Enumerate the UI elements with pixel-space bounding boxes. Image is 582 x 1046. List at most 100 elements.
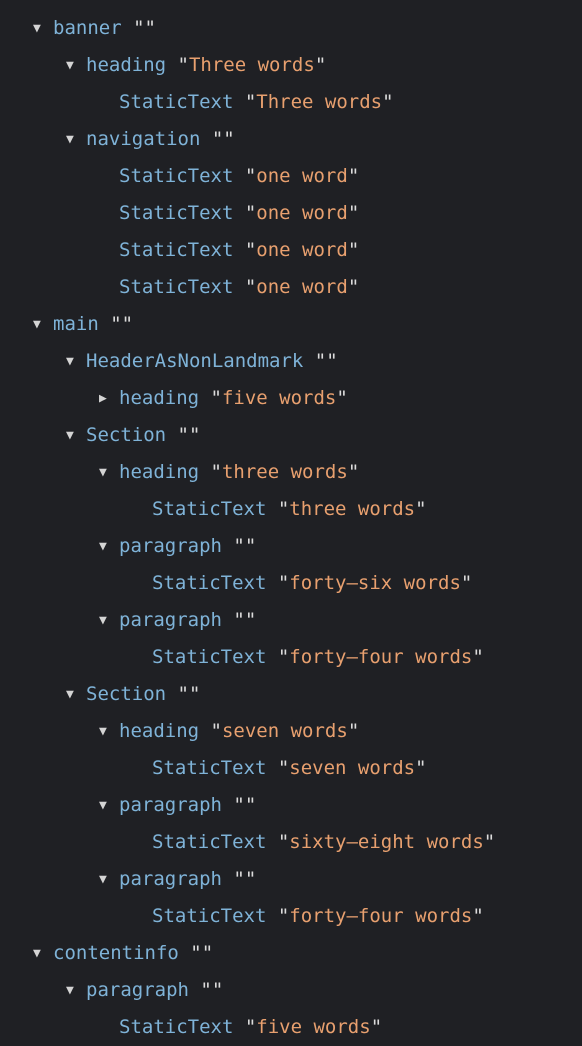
tree-node-quote-close: " [188,424,201,446]
tree-row[interactable]: ▶ heading "five words" [0,380,582,417]
tree-row[interactable]: ▼StaticText "seven words" [0,750,582,787]
chevron-down-icon[interactable]: ▼ [99,528,119,565]
tree-node-role: paragraph [119,868,222,890]
tree-row[interactable]: ▼ paragraph "" [0,972,582,1009]
tree-node-quote-open: " [190,942,202,964]
chevron-down-icon[interactable]: ▼ [66,972,86,1009]
tree-node-role: HeaderAsNonLandmark [86,350,304,372]
chevron-down-icon[interactable]: ▼ [99,713,119,750]
tree-row[interactable]: ▼ heading "seven words" [0,713,582,750]
tree-row[interactable]: ▼StaticText "Three words" [0,84,582,121]
tree-node-role: paragraph [86,979,189,1001]
tree-node-quote-close: " [314,54,327,76]
tree-node-quote-open: " [277,572,290,594]
tree-row[interactable]: ▼ main "" [0,306,582,343]
chevron-down-icon[interactable]: ▼ [99,602,119,639]
tree-node-quote-open: " [244,276,257,298]
tree-row[interactable]: ▼StaticText "forty–four words" [0,639,582,676]
chevron-down-icon[interactable]: ▼ [99,454,119,491]
tree-row[interactable]: ▼StaticText "one word" [0,195,582,232]
chevron-down-icon[interactable]: ▼ [66,343,86,380]
tree-node-quote-open: " [244,165,257,187]
tree-node-quote-close: " [336,387,348,409]
tree-row[interactable]: ▼StaticText "forty–four words" [0,898,582,935]
tree-node-value: forty–four words [289,646,473,668]
tree-node-role: paragraph [119,535,222,557]
tree-row[interactable]: ▼StaticText "forty–six words" [0,565,582,602]
tree-node-quote-open: " [244,91,257,113]
accessibility-tree-panel[interactable]: ▼StaticText "one word"▼banner ""▼heading… [0,0,582,1046]
tree-node-quote-open: " [177,424,189,446]
tree-row[interactable]: ▼StaticText "three words" [0,491,582,528]
tree-row[interactable]: ▼ paragraph "" [0,602,582,639]
tree-row[interactable]: ▼StaticText "five words" [0,1009,582,1046]
tree-twisty-placeholder: ▼ [99,269,119,306]
tree-row[interactable]: ▼ HeaderAsNonLandmark "" [0,343,582,380]
tree-row[interactable]: ▼StaticText "one word" [0,269,582,306]
chevron-down-icon[interactable]: ▼ [66,47,86,84]
tree-node-quote-close: " [244,868,257,890]
tree-node-role: paragraph [119,794,222,816]
tree-node-quote-close: " [347,720,360,742]
tree-row[interactable]: ▼ paragraph "" [0,787,582,824]
tree-node-quote-close: " [460,572,473,594]
tree-node-role: heading [86,54,167,76]
tree-row[interactable]: ▼ heading "three words" [0,454,582,491]
chevron-right-icon[interactable]: ▶ [99,380,119,417]
tree-node-quote-open: " [277,646,290,668]
tree-node-quote-open: " [244,1016,257,1038]
tree-row[interactable]: ▼StaticText "one word" [0,158,582,195]
tree-node-quote-close: " [347,276,360,298]
tree-node-quote-open: " [277,905,290,927]
tree-node-quote-open: " [244,239,257,261]
tree-row[interactable]: ▼StaticText "one word" [0,232,582,269]
chevron-down-icon[interactable]: ▼ [66,676,86,713]
tree-twisty-placeholder: ▼ [132,824,152,861]
chevron-down-icon[interactable]: ▼ [99,787,119,824]
tree-node-quote-open: " [200,979,212,1001]
chevron-down-icon[interactable]: ▼ [66,417,86,454]
tree-twisty-placeholder: ▼ [132,898,152,935]
tree-row[interactable]: ▼ paragraph "" [0,861,582,898]
tree-row[interactable]: ▼ Section "" [0,676,582,713]
tree-node-quote-open: " [210,387,222,409]
tree-node-role: StaticText [152,498,267,520]
tree-row[interactable]: ▼ navigation "" [0,121,582,158]
tree-node-quote-open: " [177,54,189,76]
tree-row[interactable]: ▼ paragraph "" [0,528,582,565]
tree-row[interactable]: ▼ contentinfo "" [0,935,582,972]
tree-node-value: five words [256,1016,371,1038]
tree-node-quote-close: " [472,905,484,927]
tree-node-quote-open: " [177,683,189,705]
tree-row[interactable]: ▼StaticText "sixty–eight words" [0,824,582,861]
tree-node-quote-open: " [244,202,257,224]
chevron-down-icon[interactable]: ▼ [33,306,53,343]
tree-node-quote-close: " [415,498,427,520]
tree-node-quote-open: " [277,498,290,520]
chevron-down-icon[interactable]: ▼ [99,861,119,898]
tree-node-value: sixty–eight words [289,831,484,853]
tree-node-role: StaticText [119,91,234,113]
chevron-down-icon[interactable]: ▼ [33,935,53,972]
tree-node-role: heading [119,720,200,742]
chevron-down-icon[interactable]: ▼ [66,121,86,158]
tree-row[interactable]: ▼StaticText "one word" [0,0,582,10]
tree-node-quote-close: " [415,757,427,779]
tree-node-quote-open: " [277,831,290,853]
accessibility-tree-rows: ▼StaticText "one word"▼banner ""▼heading… [0,0,582,1046]
tree-node-value: forty–four words [289,905,473,927]
tree-row[interactable]: ▼ banner "" [0,10,582,47]
tree-node-quote-close: " [347,165,360,187]
tree-node-quote-close: " [347,461,360,483]
tree-node-value: Three words [188,54,315,76]
chevron-down-icon[interactable]: ▼ [33,10,53,47]
tree-row[interactable]: ▼ heading "Three words" [0,47,582,84]
tree-node-role: StaticText [119,1016,234,1038]
tree-row[interactable]: ▼ Section "" [0,417,582,454]
